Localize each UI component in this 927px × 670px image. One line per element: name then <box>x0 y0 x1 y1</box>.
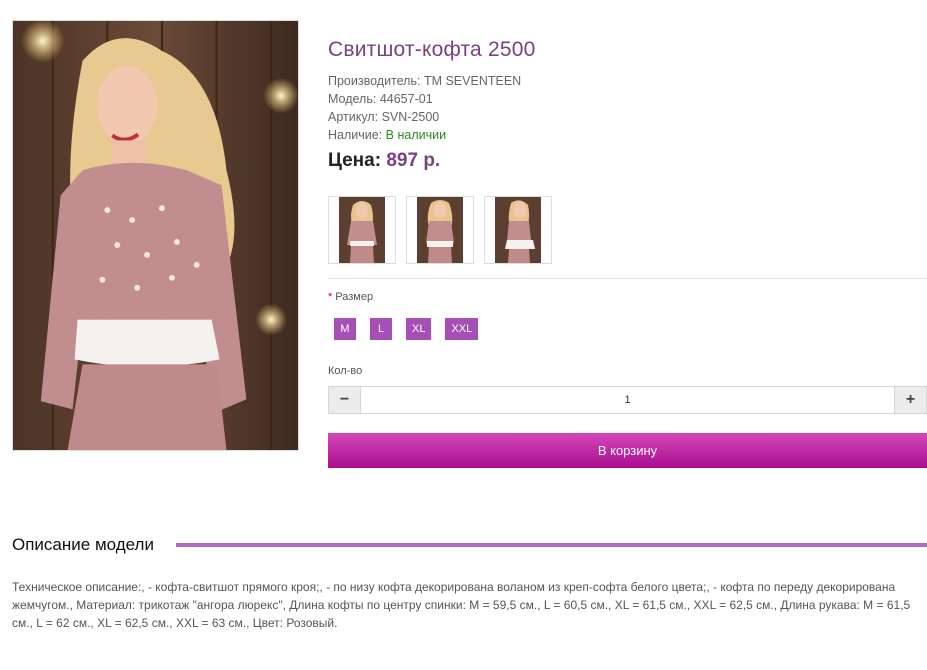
thumbnail-image <box>339 197 385 263</box>
sku-value: SVN-2500 <box>381 110 440 124</box>
section-divider-line <box>176 543 927 547</box>
manufacturer-label: Производитель: <box>328 74 421 88</box>
size-option-xl[interactable]: XL <box>406 318 432 340</box>
manufacturer-row: Производитель: TM SEVENTEEN <box>328 72 521 90</box>
model-row: Модель: 44657-01 <box>328 90 521 108</box>
size-options: M L XL XXL <box>334 318 479 340</box>
description-text: Техническое описание:, - кофта-свитшот п… <box>12 580 911 630</box>
size-option-m[interactable]: M <box>334 318 356 340</box>
thumbnail-2[interactable] <box>406 196 474 264</box>
minus-icon: − <box>339 391 350 408</box>
availability-value: В наличии <box>385 128 447 142</box>
availability-row: Наличие: В наличии <box>328 126 521 144</box>
model-label: Модель: <box>328 92 377 106</box>
sku-row: Артикул: SVN-2500 <box>328 108 521 126</box>
required-mark: * <box>328 291 333 303</box>
product-title: Свитшот-кофта 2500 <box>328 38 536 61</box>
price-label: Цена: <box>328 150 382 171</box>
thumbnail-1[interactable] <box>328 196 396 264</box>
sku-label: Артикул: <box>328 110 379 124</box>
model-value: 44657-01 <box>379 92 433 106</box>
price-block: Цена: 897 р. <box>328 150 440 172</box>
quantity-increase-button[interactable]: + <box>894 387 926 413</box>
thumbnail-gallery <box>328 196 552 264</box>
manufacturer-value[interactable]: TM SEVENTEEN <box>424 74 521 88</box>
quantity-label: Кол-во <box>328 365 363 377</box>
size-option-xxl[interactable]: XXL <box>445 318 479 340</box>
size-label: * Размер <box>328 291 373 303</box>
availability-label: Наличие: <box>328 128 383 142</box>
thumbnail-image <box>495 197 541 263</box>
quantity-input[interactable]: 1 <box>361 387 894 413</box>
thumbnail-3[interactable] <box>484 196 552 264</box>
product-specs: Производитель: TM SEVENTEEN Модель: 4465… <box>328 72 521 144</box>
quantity-stepper: − 1 + <box>328 386 927 414</box>
product-photo <box>13 21 298 450</box>
size-label-text: Размер <box>335 291 374 303</box>
divider <box>328 278 927 279</box>
product-main-image[interactable] <box>12 20 299 451</box>
description-heading: Описание модели <box>12 535 162 555</box>
quantity-decrease-button[interactable]: − <box>329 387 361 413</box>
thumbnail-image <box>417 197 463 263</box>
price-value: 897 р. <box>386 150 441 171</box>
plus-icon: + <box>905 391 916 408</box>
add-to-cart-button[interactable]: В корзину <box>328 433 927 468</box>
size-option-l[interactable]: L <box>370 318 392 340</box>
